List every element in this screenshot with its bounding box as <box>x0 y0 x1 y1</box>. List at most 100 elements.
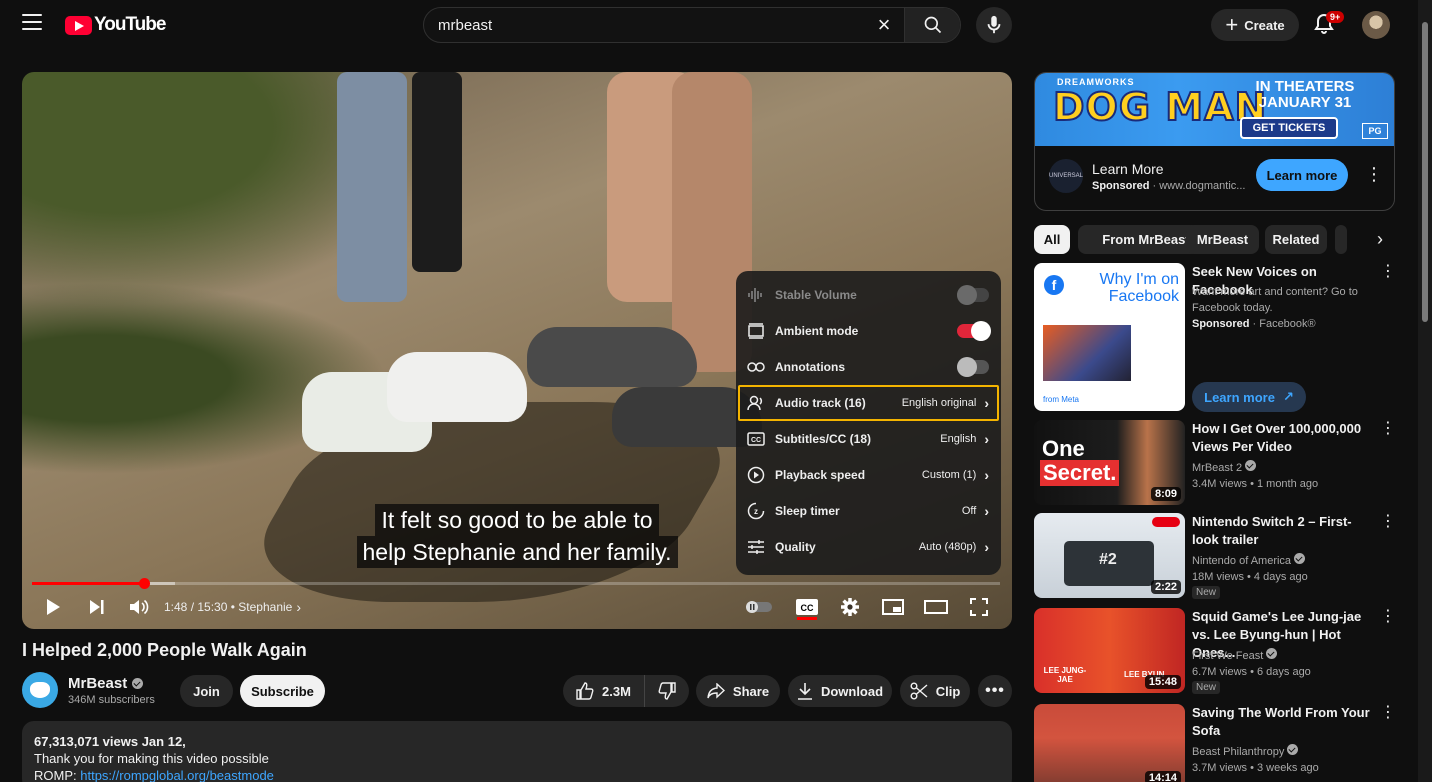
channel-name-text[interactable]: Nintendo of America <box>1192 555 1291 567</box>
ad-thumbnail-text: Why I'm on Facebook <box>1099 271 1179 305</box>
chip-mrbeast[interactable]: MrBeast <box>1186 225 1259 254</box>
more-vertical-icon[interactable]: ⋮ <box>1380 264 1396 280</box>
recommendation-item[interactable]: 14:14 Saving The World From Your Sofa Be… <box>1034 704 1396 782</box>
like-button[interactable]: 2.3M <box>563 675 645 707</box>
more-vertical-icon[interactable]: ⋮ <box>1380 705 1396 721</box>
video-title[interactable]: How I Get Over 100,000,000 Views Per Vid… <box>1192 420 1376 456</box>
settings-item-subtitles[interactable]: CC Subtitles/CC (18) English › <box>736 421 1001 457</box>
more-vertical-icon[interactable]: ⋮ <box>1365 165 1383 185</box>
sponsored-ad-card[interactable]: DREAMWORKS DOG MAN IN THEATERS JANUARY 3… <box>1034 72 1395 211</box>
video-thumbnail[interactable]: One Secret. 8:09 <box>1034 420 1185 505</box>
description-link[interactable]: https://rompglobal.org/beastmode <box>80 768 274 782</box>
settings-item-annotations[interactable]: Annotations <box>736 349 1001 385</box>
recommendation-item[interactable]: One Secret. 8:09 How I Get Over 100,000,… <box>1034 420 1396 506</box>
video-thumbnail[interactable]: LEE JUNG-JAE LEE BYUN 15:48 <box>1034 608 1185 693</box>
search-button[interactable] <box>904 8 960 42</box>
settings-item-sleep-timer[interactable]: z Sleep timer Off › <box>736 493 1001 529</box>
download-button[interactable]: Download <box>788 675 892 707</box>
ad-title[interactable]: Learn More <box>1092 161 1164 177</box>
play-icon <box>47 599 60 615</box>
autoplay-toggle[interactable] <box>744 592 774 622</box>
ad-learn-more-button[interactable]: Learn more <box>1256 159 1348 191</box>
annotations-toggle[interactable] <box>957 357 989 377</box>
dislike-button[interactable] <box>645 675 689 707</box>
channel-avatar[interactable] <box>22 672 58 708</box>
ambient-mode-toggle[interactable] <box>957 321 991 341</box>
chip-partial[interactable] <box>1335 225 1347 254</box>
ad-learn-more-button[interactable]: Learn more ↗ <box>1192 382 1306 412</box>
settings-button[interactable] <box>837 592 863 622</box>
video-thumbnail[interactable]: 14:14 <box>1034 704 1185 782</box>
logo-text: YouTube <box>94 14 166 35</box>
share-button[interactable]: Share <box>696 675 780 707</box>
join-button[interactable]: Join <box>180 675 233 707</box>
miniplayer-button[interactable] <box>880 592 906 622</box>
play-button[interactable] <box>40 592 66 622</box>
settings-item-playback-speed[interactable]: Playback speed Custom (1) › <box>736 457 1001 493</box>
channel-name-text[interactable]: Beast Philanthropy <box>1192 746 1284 758</box>
scissors-icon <box>910 682 928 700</box>
video-thumbnail[interactable]: #2 2:22 <box>1034 513 1185 598</box>
create-button[interactable]: + Create <box>1211 9 1299 41</box>
ad-banner-image[interactable]: DREAMWORKS DOG MAN IN THEATERS JANUARY 3… <box>1035 73 1394 146</box>
settings-menu: Stable Volume Ambient mode Annotations A… <box>736 271 1001 575</box>
video-player[interactable]: It felt so good to be able to help Steph… <box>22 72 1012 629</box>
download-icon <box>797 683 812 700</box>
voice-search-button[interactable] <box>976 7 1012 43</box>
ad-thumbnail[interactable]: f Why I'm on Facebook from Meta <box>1034 263 1185 411</box>
view-count-date: 67,313,071 views Jan 12, <box>34 734 186 749</box>
next-button[interactable] <box>84 592 110 622</box>
chevron-right-icon[interactable]: › <box>1366 225 1394 254</box>
video-title[interactable]: Saving The World From Your Sofa <box>1192 704 1376 740</box>
channel-name-text[interactable]: First We Feast <box>1192 650 1263 662</box>
ad-description: Want more art and content? Go to Faceboo… <box>1192 286 1358 314</box>
more-vertical-icon[interactable]: ⋮ <box>1380 514 1396 530</box>
settings-item-quality[interactable]: Quality Auto (480p) › <box>736 529 1001 565</box>
youtube-logo[interactable]: YouTube <box>65 14 166 36</box>
settings-item-value: English <box>940 433 977 445</box>
account-avatar[interactable] <box>1362 11 1390 39</box>
channel-name-text[interactable]: MrBeast <box>68 675 127 692</box>
menu-icon[interactable] <box>22 14 42 30</box>
channel-name[interactable]: MrBeast <box>68 675 144 692</box>
share-icon <box>707 683 725 699</box>
settings-item-value: Custom (1) <box>921 469 977 481</box>
chip-related[interactable]: Related <box>1265 225 1327 254</box>
clip-label: Clip <box>935 683 961 699</box>
settings-item-ambient-mode[interactable]: Ambient mode <box>736 313 1001 349</box>
ad-domain: · www.dogmantic... <box>1149 180 1246 192</box>
channel-name[interactable]: First We Feast <box>1192 648 1376 664</box>
settings-item-audio-track[interactable]: Audio track (16) English original › <box>738 385 999 421</box>
more-vertical-icon[interactable]: ⋮ <box>1380 421 1396 437</box>
video-title[interactable]: Nintendo Switch 2 – First-look trailer <box>1192 513 1376 549</box>
search-input[interactable] <box>424 8 864 42</box>
settings-item-stable-volume[interactable]: Stable Volume <box>736 277 1001 313</box>
more-actions-button[interactable]: ••• <box>978 675 1012 707</box>
progress-bar[interactable] <box>32 578 1000 589</box>
meta-brand: from Meta <box>1043 395 1080 404</box>
recommendation-item[interactable]: LEE JUNG-JAE LEE BYUN 15:48 Squid Game's… <box>1034 608 1396 694</box>
channel-name-text[interactable]: MrBeast 2 <box>1192 462 1242 474</box>
description-box[interactable]: 67,313,071 views Jan 12, Thank you for m… <box>22 721 1012 782</box>
mute-button[interactable] <box>126 592 152 622</box>
advertiser-logo[interactable]: UNIVERSAL <box>1049 159 1083 193</box>
page-scrollbar[interactable] <box>1418 0 1432 782</box>
recommendation-item[interactable]: #2 2:22 Nintendo Switch 2 – First-look t… <box>1034 513 1396 599</box>
clip-button[interactable]: Clip <box>900 675 970 707</box>
scrollbar-thumb[interactable] <box>1422 22 1428 322</box>
chip-all[interactable]: All <box>1034 225 1070 254</box>
theater-mode-button[interactable] <box>922 592 950 622</box>
fullscreen-button[interactable] <box>966 592 992 622</box>
channel-name[interactable]: Beast Philanthropy <box>1192 744 1376 760</box>
scrubber-handle[interactable] <box>139 578 151 589</box>
chapter-separator: • <box>227 600 239 614</box>
channel-name[interactable]: MrBeast 2 <box>1192 460 1376 476</box>
channel-name[interactable]: Nintendo of America <box>1192 553 1376 569</box>
chapter-title[interactable]: Stephanie <box>238 600 292 614</box>
more-vertical-icon[interactable]: ⋮ <box>1380 609 1396 625</box>
subscribe-button[interactable]: Subscribe <box>240 675 325 707</box>
advertiser-logo-text: UNIVERSAL <box>1049 173 1084 179</box>
clear-search-icon[interactable]: × <box>864 8 904 42</box>
recommendation-ad[interactable]: f Why I'm on Facebook from Meta Seek New… <box>1034 263 1396 415</box>
stable-volume-toggle[interactable] <box>957 285 989 305</box>
